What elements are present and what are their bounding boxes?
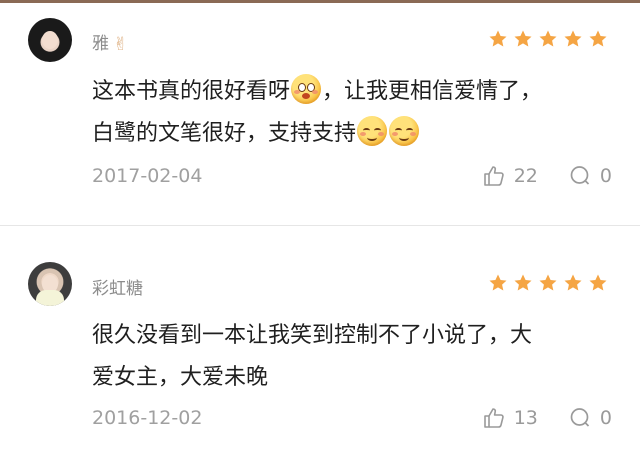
like-count: 13 xyxy=(513,407,538,429)
star-icon xyxy=(513,273,533,293)
thumbs-up-icon xyxy=(483,408,504,428)
username-text: 雅 xyxy=(92,34,109,54)
star-icon xyxy=(538,29,558,49)
review-text-line1b: ，让我更相信爱情了， xyxy=(322,79,543,104)
blushing-smile-icon xyxy=(357,116,388,146)
review-text-line1: 很久没看到一本让我笑到控制不了小说了，大 xyxy=(92,323,533,348)
review-actions: 13 0 xyxy=(482,406,612,430)
star-icon xyxy=(563,29,583,49)
star-icon xyxy=(538,273,558,293)
like-button[interactable]: 13 xyxy=(482,406,538,430)
review-text-line2: 爱女主，大爱未晚 xyxy=(92,365,269,390)
review-text-line2: 白鹭的文笔很好，支持支持 xyxy=(92,121,357,146)
rating-stars xyxy=(488,29,608,49)
review-item: 雅 ✌ 这本书真的很好看呀 ，让我更相信爱情了， 白鹭的文笔很好，支持支持 2017… xyxy=(0,3,640,225)
comment-count: 0 xyxy=(599,165,612,187)
review-text: 这本书真的很好看呀 ，让我更相信爱情了， 白鹭的文笔很好，支持支持 xyxy=(92,71,612,155)
comment-button[interactable]: 0 xyxy=(568,164,612,188)
victory-hand-icon: ✌ xyxy=(113,34,129,55)
star-icon xyxy=(488,29,508,49)
star-icon xyxy=(563,273,583,293)
thumbs-up-icon xyxy=(483,166,504,186)
username[interactable]: 彩虹糖 xyxy=(92,274,143,299)
comment-button[interactable]: 0 xyxy=(568,406,612,430)
avatar[interactable] xyxy=(28,262,72,306)
review-text-line1: 这本书真的很好看呀 xyxy=(92,79,291,104)
star-icon xyxy=(488,273,508,293)
like-button[interactable]: 22 xyxy=(482,164,538,188)
comment-count: 0 xyxy=(599,407,612,429)
comment-bubble-icon xyxy=(570,408,590,427)
username[interactable]: 雅 ✌ xyxy=(92,29,128,55)
review-item: 彩虹糖 很久没看到一本让我笑到控制不了小说了，大 爱女主，大爱未晚 2016-1… xyxy=(0,226,640,450)
like-count: 22 xyxy=(513,165,538,187)
star-icon xyxy=(513,29,533,49)
review-date: 2017-02-04 xyxy=(92,165,203,187)
review-actions: 22 0 xyxy=(482,164,612,188)
rating-stars xyxy=(488,273,608,293)
review-date: 2016-12-02 xyxy=(92,407,203,429)
surprised-face-icon xyxy=(291,74,322,104)
star-icon xyxy=(588,29,608,49)
star-icon xyxy=(588,273,608,293)
avatar[interactable] xyxy=(28,18,72,62)
review-text: 很久没看到一本让我笑到控制不了小说了，大 爱女主，大爱未晚 xyxy=(92,315,612,399)
comment-bubble-icon xyxy=(570,166,590,185)
blushing-smile-icon xyxy=(389,116,420,146)
